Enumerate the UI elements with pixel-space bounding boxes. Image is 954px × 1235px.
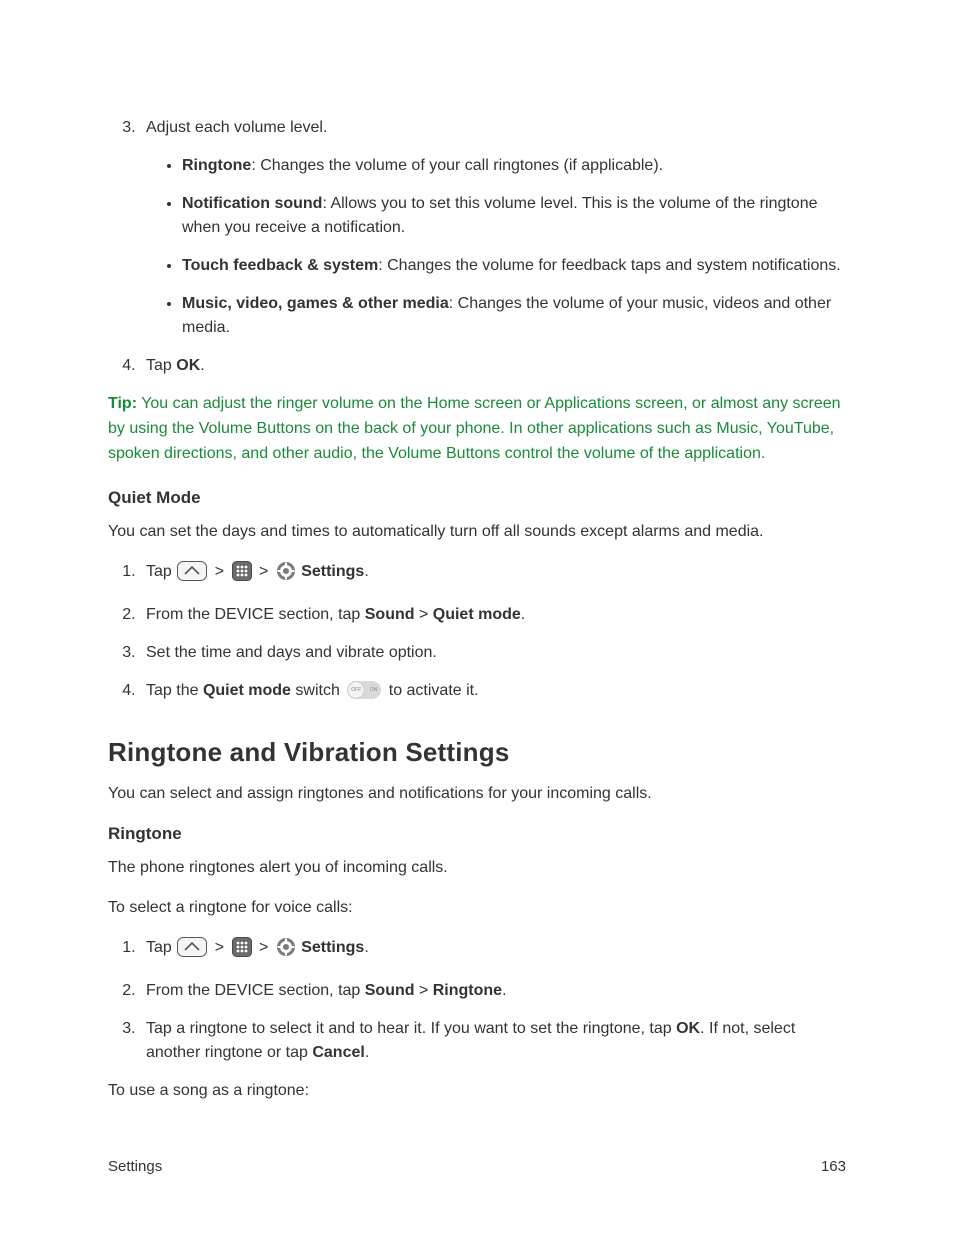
pre: Tap: [146, 357, 176, 374]
rt: Ringtone: [433, 982, 502, 999]
dot: .: [502, 982, 506, 999]
ok: OK: [676, 1020, 700, 1037]
term: Notification sound: [182, 195, 322, 212]
tip-label: Tip:: [108, 395, 137, 412]
settings-icon: [276, 937, 296, 965]
ringtone-vibration-intro: You can select and assign ringtones and …: [108, 782, 846, 806]
gt-2: >: [259, 939, 268, 956]
volume-steps-continued: Adjust each volume level. Ringtone: Chan…: [108, 116, 846, 378]
home-icon: [177, 561, 207, 589]
step-4: Tap OK.: [140, 354, 846, 378]
quiet-step-3: Set the time and days and vibrate option…: [140, 641, 846, 665]
home-icon: [177, 937, 207, 965]
bullet-media: Music, video, games & other media: Chang…: [182, 292, 846, 340]
settings-label: Settings: [301, 563, 364, 580]
step-3-bullets: Ringtone: Changes the volume of your cal…: [146, 154, 846, 340]
page-footer: Settings 163: [108, 1158, 846, 1175]
sound: Sound: [365, 606, 415, 623]
tip-paragraph: Tip: You can adjust the ringer volume on…: [108, 392, 846, 466]
desc: : Changes the volume for feedback taps a…: [378, 257, 840, 274]
footer-section: Settings: [108, 1158, 162, 1175]
switch-icon: OFFON: [347, 681, 381, 699]
pre: Tap the: [146, 682, 203, 699]
ringtone-heading: Ringtone: [108, 824, 846, 844]
pre: From the DEVICE section, tap: [146, 606, 365, 623]
cancel: Cancel: [312, 1044, 364, 1061]
bullet-notification-sound: Notification sound: Allows you to set th…: [182, 192, 846, 240]
pre: Tap a ringtone to select it and to hear …: [146, 1020, 676, 1037]
dot: .: [521, 606, 525, 623]
gt: >: [415, 982, 433, 999]
dot: .: [365, 1044, 369, 1061]
settings-label: Settings: [301, 939, 364, 956]
quiet-step-1: Tap > > Settings.: [140, 560, 846, 589]
ringtone-step-2: From the DEVICE section, tap Sound > Rin…: [140, 979, 846, 1003]
footer-page-number: 163: [821, 1158, 846, 1175]
ringtone-p3: To use a song as a ringtone:: [108, 1079, 846, 1103]
step-3-lead: Adjust each volume level.: [146, 119, 327, 136]
ringtone-p1: The phone ringtones alert you of incomin…: [108, 856, 846, 880]
bullet-touch-feedback: Touch feedback & system: Changes the vol…: [182, 254, 846, 278]
dot: .: [364, 563, 368, 580]
term: Ringtone: [182, 157, 251, 174]
quiet-mode-heading: Quiet Mode: [108, 488, 846, 508]
dot: .: [364, 939, 368, 956]
sound: Sound: [365, 982, 415, 999]
settings-icon: [276, 561, 296, 589]
dot: .: [200, 357, 204, 374]
apps-icon: [232, 937, 252, 965]
tap-label: Tap: [146, 939, 176, 956]
post: to activate it.: [384, 682, 478, 699]
quiet-step-4: Tap the Quiet mode switch OFFON to activ…: [140, 679, 846, 703]
quiet-mode: Quiet mode: [433, 606, 521, 623]
step-3: Adjust each volume level. Ringtone: Chan…: [140, 116, 846, 340]
desc: : Changes the volume of your call ringto…: [251, 157, 663, 174]
bullet-ringtone: Ringtone: Changes the volume of your cal…: [182, 154, 846, 178]
apps-icon: [232, 561, 252, 589]
tip-body: You can adjust the ringer volume on the …: [108, 395, 841, 462]
ringtone-step-1: Tap > > Settings.: [140, 936, 846, 965]
gt-2: >: [259, 563, 268, 580]
ok: OK: [176, 357, 200, 374]
gt-1: >: [215, 939, 224, 956]
qm: Quiet mode: [203, 682, 291, 699]
mid: switch: [291, 682, 344, 699]
term: Touch feedback & system: [182, 257, 378, 274]
tap-label: Tap: [146, 563, 176, 580]
ringtone-p2: To select a ringtone for voice calls:: [108, 896, 846, 920]
ringtone-vibration-heading: Ringtone and Vibration Settings: [108, 737, 846, 768]
quiet-mode-intro: You can set the days and times to automa…: [108, 520, 846, 544]
quiet-step-2: From the DEVICE section, tap Sound > Qui…: [140, 603, 846, 627]
term: Music, video, games & other media: [182, 295, 449, 312]
ringtone-step-3: Tap a ringtone to select it and to hear …: [140, 1017, 846, 1065]
select-ringtone-steps: Tap > > Settings. From the DEVICE sectio…: [108, 936, 846, 1065]
pre: From the DEVICE section, tap: [146, 982, 365, 999]
quiet-mode-steps: Tap > > Settings. From the DEVICE sectio…: [108, 560, 846, 703]
gt-1: >: [215, 563, 224, 580]
gt: >: [415, 606, 433, 623]
